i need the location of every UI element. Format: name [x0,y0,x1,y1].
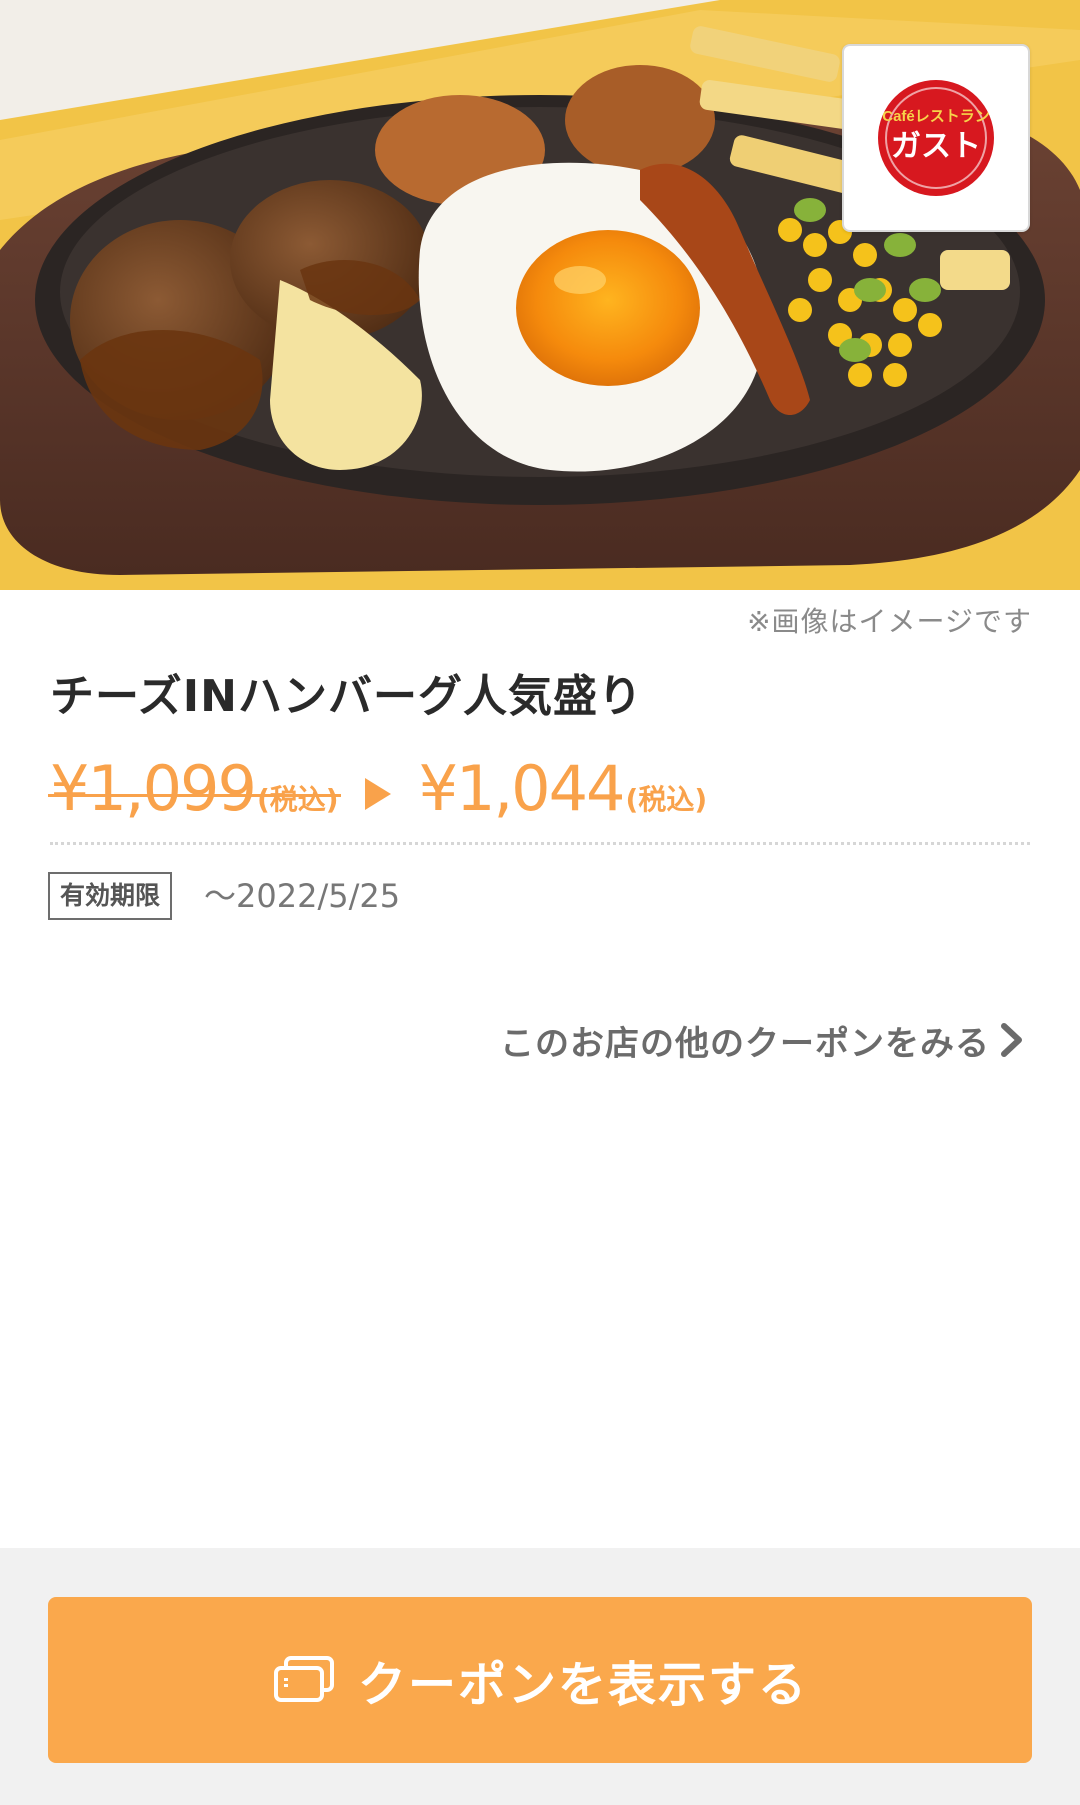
coupon-ticket-icon [273,1656,334,1702]
expiry-date: 〜2022/5/25 [204,877,401,915]
restaurant-logo: Caféレストラン ガスト [842,44,1030,232]
expiry-label-badge: 有効期限 [48,872,173,920]
coupon-detail-page: Caféレストラン ガスト ※画像はイメージです チーズINハンバーグ人気盛り … [0,0,1080,1805]
image-disclaimer: ※画像はイメージです [747,605,1032,638]
original-price-group: ¥1,099 (税込) [48,752,341,825]
original-price-tax: (税込) [256,783,339,816]
strikethrough-line [48,794,341,797]
discount-price-tax: (税込) [625,783,708,816]
other-coupons-label: このお店の他のクーポンをみる [500,1023,990,1064]
chevron-right-icon[interactable] [992,1020,1032,1060]
original-price: ¥1,099 [50,752,257,825]
dotted-divider [50,842,1030,845]
hero-food-image: Caféレストラン ガスト [0,0,1080,590]
coupon-title: チーズINハンバーグ人気盛り [50,671,643,722]
svg-text:Caféレストラン: Caféレストラン [882,108,990,125]
other-coupons-link[interactable]: このお店の他のクーポンをみる [500,1012,990,1068]
price-row: ¥1,099 (税込) ¥1,044 (税込) [48,730,708,825]
arrow-right-icon [364,778,391,810]
show-coupon-button[interactable]: クーポンを表示する [48,1597,1032,1763]
show-coupon-label: クーポンを表示する [357,1657,808,1713]
svg-text:ガスト: ガスト [891,129,981,164]
discount-price: ¥1,044 [418,752,626,825]
